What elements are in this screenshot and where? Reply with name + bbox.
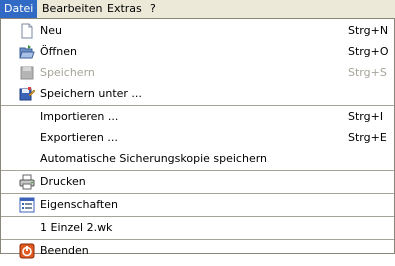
menu-item-recent-file[interactable]: 1 Einzel 2.wk <box>1 217 394 238</box>
menu-item-label: Exportieren ... <box>40 131 118 144</box>
menu-item-label: 1 Einzel 2.wk <box>40 221 113 234</box>
menu-item-neu[interactable]: Neu Strg+N <box>1 20 394 41</box>
save-icon <box>19 65 35 81</box>
menu-item-label: Beenden <box>40 244 89 257</box>
menu-item-exportieren[interactable]: Exportieren ... Strg+E <box>1 127 394 148</box>
properties-icon <box>19 197 35 213</box>
menu-help[interactable]: ? <box>146 0 160 18</box>
menu-item-label: Drucken <box>40 175 86 188</box>
menu-item-label: Neu <box>40 24 62 37</box>
menu-item-importieren[interactable]: Importieren ... Strg+I <box>1 106 394 127</box>
menu-item-drucken[interactable]: Drucken <box>1 171 394 192</box>
menu-item-shortcut: Strg+S <box>348 66 387 79</box>
menu-item-label: Speichern <box>40 66 95 79</box>
menu-item-shortcut: Strg+O <box>348 45 389 58</box>
save-as-icon <box>19 86 36 102</box>
file-menu-dropdown: Neu Strg+N Öffnen Strg+O Speichern Strg+… <box>0 18 395 259</box>
menu-item-beenden[interactable]: Beenden <box>1 240 394 261</box>
menu-datei[interactable]: Datei <box>0 0 38 18</box>
menu-item-shortcut: Strg+N <box>348 24 389 37</box>
printer-icon <box>19 174 35 190</box>
menu-bearbeiten[interactable]: Bearbeiten <box>38 0 106 18</box>
new-document-icon <box>19 23 35 39</box>
menu-item-label: Importieren ... <box>40 110 119 123</box>
menu-item-speichern-unter[interactable]: Speichern unter ... <box>1 83 394 104</box>
menu-item-shortcut: Strg+I <box>348 110 384 123</box>
menu-item-speichern[interactable]: Speichern Strg+S <box>1 62 394 83</box>
power-icon <box>19 243 35 259</box>
menu-item-eigenschaften[interactable]: Eigenschaften <box>1 194 394 215</box>
menu-item-label: Automatische Sicherungskopie speichern <box>40 152 268 165</box>
menu-item-oeffnen[interactable]: Öffnen Strg+O <box>1 41 394 62</box>
menu-bar: Datei Bearbeiten Extras ? <box>0 0 395 19</box>
menu-item-label: Öffnen <box>40 45 77 58</box>
menu-extras[interactable]: Extras <box>103 0 146 18</box>
open-folder-icon <box>19 44 35 60</box>
menu-item-shortcut: Strg+E <box>348 131 387 144</box>
menu-item-label: Speichern unter ... <box>40 87 142 100</box>
menu-item-auto-backup[interactable]: Automatische Sicherungskopie speichern <box>1 148 394 169</box>
menu-item-label: Eigenschaften <box>40 198 118 211</box>
